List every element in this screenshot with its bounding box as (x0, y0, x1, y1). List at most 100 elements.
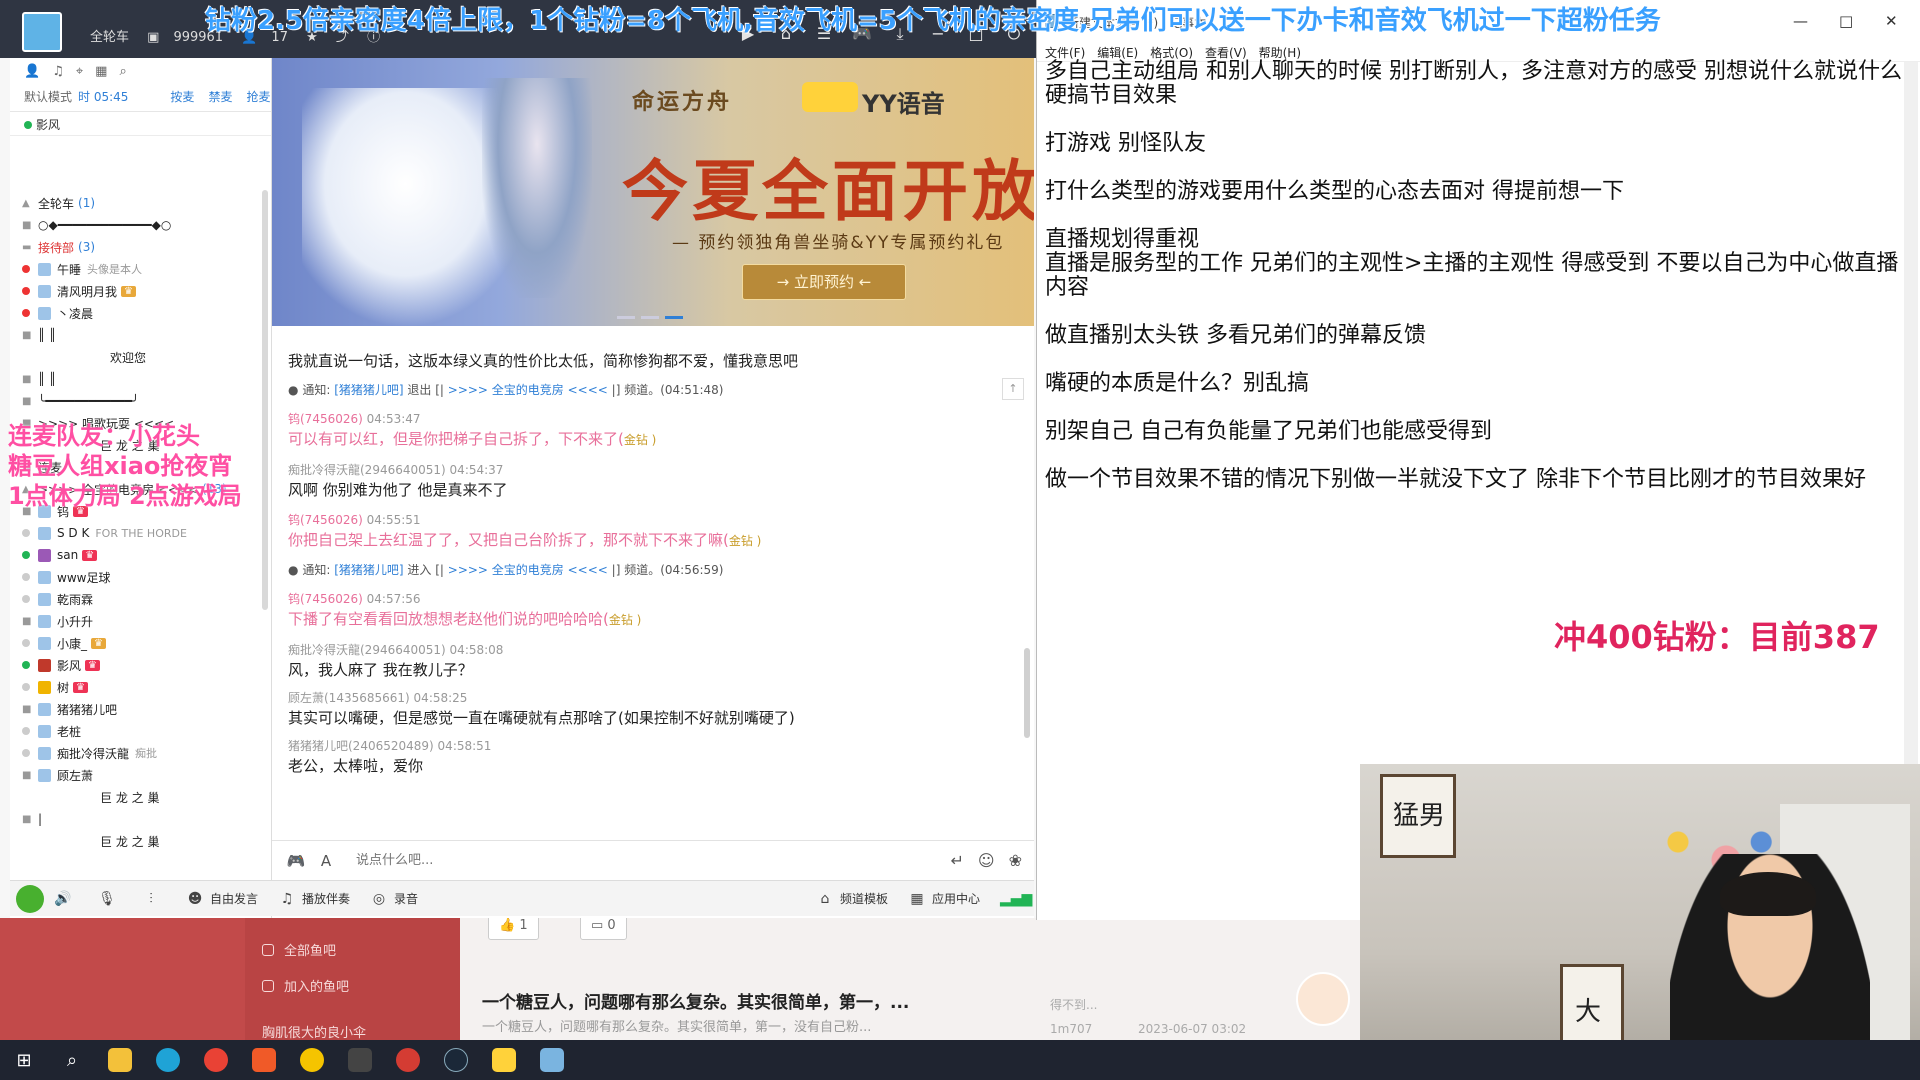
channel-template-button[interactable]: ⌂ 频道模板 (816, 890, 888, 908)
accompany-button[interactable]: ♫ 播放伴奏 (278, 890, 350, 908)
free-speak-button[interactable]: ☻ 自由发言 (186, 890, 258, 908)
tree-row[interactable]: 巨 龙 之 巢 (10, 786, 262, 808)
chat-input[interactable] (356, 853, 856, 868)
tree-row[interactable]: 午睡 头像是本人 (10, 258, 262, 280)
scroll-up-button[interactable]: ↑ (1002, 378, 1024, 400)
location-icon[interactable]: ⌖ (76, 64, 83, 79)
steam-icon[interactable] (432, 1040, 480, 1080)
preorder-button[interactable]: → 立即预约 ← (742, 264, 906, 300)
mode-select[interactable]: 默认模式 (24, 88, 72, 105)
chat-message: 痴批冷得沃龍(2946640051) 04:54:37 风啊 你别难为他了 他是… (288, 463, 508, 499)
close-icon[interactable]: ✕ (1885, 12, 1898, 30)
tree-row[interactable]: ■ 顾左萧 (10, 764, 262, 786)
tree-row[interactable]: 树 ♛ (10, 676, 262, 698)
forum-nav-joined[interactable]: 加入的鱼吧 (262, 976, 349, 995)
search-icon[interactable]: ⌕ (119, 64, 126, 79)
tree-row[interactable]: ■ ║ ║ (10, 324, 262, 346)
font-style-icon[interactable]: A (314, 849, 338, 873)
user-icon[interactable]: 👤 (24, 64, 40, 79)
ad-banner[interactable]: 命运方舟 YY语音 今夏全面开放 — 预约领独角兽坐骑&YY专属预约礼包 → 立… (272, 58, 1034, 326)
chat-message: 痴批冷得沃龍(2946640051) 04:58:08 风，我人麻了 我在教儿子… (288, 643, 504, 679)
banner-headline: 今夏全面开放 (622, 152, 1034, 230)
note-line: 直播是服务型的工作 兄弟们的主观性>主播的主观性 得感受到 不要以自己为中心做直… (1045, 251, 1899, 300)
tree-row[interactable]: 欢迎您 (10, 346, 262, 368)
signal-icon: ▂▄▆ (1000, 890, 1033, 907)
chat-message: 顾左萧(1435685661) 04:58:25 其实可以嘴硬，但是感觉一直在嘴… (288, 691, 795, 727)
tree-row[interactable]: www足球 (10, 566, 262, 588)
minimize-icon[interactable]: — (1793, 12, 1808, 30)
headset-icon[interactable]: ♫ (52, 64, 64, 79)
record-icon: ◎ (372, 890, 386, 907)
avatar[interactable] (1296, 972, 1350, 1026)
tree-row[interactable]: san ♛ (10, 544, 262, 566)
mixer-button[interactable]: ⫶ (142, 890, 166, 908)
search-icon[interactable]: ⌕ (48, 1040, 96, 1080)
flower-icon[interactable]: ❀ (1009, 851, 1022, 870)
tree-row[interactable]: ▬ 接待部 (3) (10, 236, 262, 258)
circle-app-icon[interactable] (288, 1040, 336, 1080)
tree-row[interactable]: ■ 猪猪猪儿吧 (10, 698, 262, 720)
maximize-icon[interactable]: □ (1839, 12, 1853, 30)
game-app-icon[interactable] (336, 1040, 384, 1080)
tree-row[interactable]: 痴批冷得沃龍 痴批 (10, 742, 262, 764)
forum-nav-group[interactable]: 胸肌很大的良小伞 (262, 1022, 366, 1041)
tree-row[interactable]: ■ ╰━━━━━━━━━━━━╯ (10, 390, 262, 412)
chrome-icon[interactable] (192, 1040, 240, 1080)
forum-nav-all[interactable]: 全部鱼吧 (262, 940, 336, 959)
yy-bottom-bar: 🔊 🎙 ⫶ ☻ 自由发言 ♫ 播放伴奏 ◎ 录音 ⌂ 频道模板 ▦ 应用中心 ▂▄▆ (10, 880, 1034, 916)
mic-button[interactable]: 🎙 (98, 890, 122, 908)
notepad-taskbar-icon[interactable] (528, 1040, 576, 1080)
tree-row[interactable]: ■ 小升升 (10, 610, 262, 632)
netease-music-icon[interactable] (384, 1040, 432, 1080)
tree-row[interactable]: ▲ 全轮车 (1) (10, 192, 262, 214)
grid-icon[interactable]: ▦ (95, 64, 107, 79)
streamer-hair (1720, 872, 1816, 916)
note-line: 做直播别太头铁 多看兄弟们的弹幕反馈 (1045, 323, 1426, 348)
record-button[interactable]: ◎ 录音 (370, 890, 418, 908)
tree-row[interactable]: S D K FOR THE HORDE (10, 522, 262, 544)
gamepad-icon[interactable]: 🎮 (284, 849, 308, 873)
tab-ban-mic[interactable]: 禁麦 (208, 88, 232, 105)
sidebar-scrollbar[interactable] (262, 190, 268, 610)
app-icon[interactable] (240, 1040, 288, 1080)
forum-nav (245, 900, 460, 1040)
chat-scrollbar[interactable] (1024, 648, 1030, 738)
tree-row[interactable]: 乾雨霖 (10, 588, 262, 610)
tree-row[interactable]: 影风 ♛ (10, 654, 262, 676)
notepad-text-area[interactable]: 多自己主动组局 和别人聊天的时候 别打断别人，多注意对方的感受 别想说什么就说什… (1045, 60, 1905, 516)
send-icon[interactable]: ↵ (951, 851, 964, 870)
speaker-button[interactable]: 🔊 (54, 890, 78, 908)
note-line: 打游戏 别怪队友 (1045, 131, 1206, 156)
emoji-icon[interactable]: ☺ (978, 851, 995, 870)
yy-icon[interactable] (480, 1040, 528, 1080)
channel-logo[interactable] (22, 12, 62, 52)
windows-start-icon[interactable]: ⊞ (0, 1040, 48, 1080)
tree-row[interactable]: 小康_ ♛ (10, 632, 262, 654)
note-line: 嘴硬的本质是什么？别乱搞 (1045, 371, 1310, 396)
hero-art (482, 78, 592, 298)
yy-status-icon[interactable] (16, 884, 44, 913)
tree-row[interactable]: 巨 龙 之 巢 (10, 830, 262, 852)
post-title[interactable]: 一个糖豆人，问题哪有那么复杂。其实很简单，第一，... (482, 988, 909, 1013)
edge-icon[interactable] (144, 1040, 192, 1080)
app-center-button[interactable]: ▦ 应用中心 (908, 890, 980, 908)
background-forum-page: 全部鱼吧 加入的鱼吧 胸肌很大的良小伞 👍 1 ▭ 0 一个糖豆人，问题哪有那么… (0, 900, 1360, 1040)
template-icon: ⌂ (820, 890, 830, 907)
tree-row[interactable]: ■ | (10, 808, 262, 830)
tree-row[interactable]: 丶凌晨 (10, 302, 262, 324)
tree-row[interactable]: ■ ○◆━━━━━━━━━━━━━◆○ (10, 214, 262, 236)
id-icon: ▣ (147, 30, 160, 45)
mixer-icon: ⫶ (149, 890, 153, 907)
chat-messages: 我就直说一句话，这版本绿义真的性价比太低，简称惨狗都不爱，懂我意思吧 ● 通知:… (272, 348, 1022, 834)
fan-goal-overlay: 冲400钻粉：目前387 (1554, 618, 1880, 656)
tree-row[interactable]: ■ ║ ║ (10, 368, 262, 390)
tab-queue-mic[interactable]: 按麦 (170, 88, 194, 105)
post-date: 2023-06-07 03:02 (1138, 1022, 1247, 1036)
tree-row[interactable]: 清风明月我 ♛ (10, 280, 262, 302)
folder-icon[interactable] (96, 1040, 144, 1080)
self-user-row[interactable]: 影风 (10, 112, 271, 136)
banner-pager[interactable] (617, 316, 683, 319)
tree-row[interactable]: 老桩 (10, 720, 262, 742)
tab-grab-mic[interactable]: 抢麦 (246, 88, 270, 105)
webcam-feed: 猛男 大 (1360, 764, 1920, 1080)
